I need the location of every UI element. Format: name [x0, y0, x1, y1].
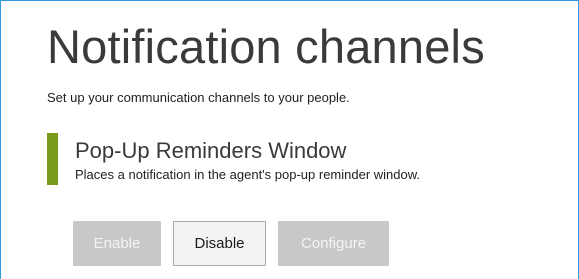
disable-button[interactable]: Disable [173, 221, 266, 266]
page-title: Notification channels [47, 20, 485, 73]
configure-button[interactable]: Configure [278, 221, 389, 266]
channel-description: Places a notification in the agent's pop… [75, 167, 421, 182]
page-subtitle: Set up your communication channels to yo… [47, 90, 350, 105]
channel-section-popup-reminders: Pop-Up Reminders Window Places a notific… [47, 133, 567, 185]
channel-title: Pop-Up Reminders Window [75, 138, 347, 163]
channel-accent-bar [47, 133, 58, 185]
enable-button[interactable]: Enable [73, 221, 161, 266]
